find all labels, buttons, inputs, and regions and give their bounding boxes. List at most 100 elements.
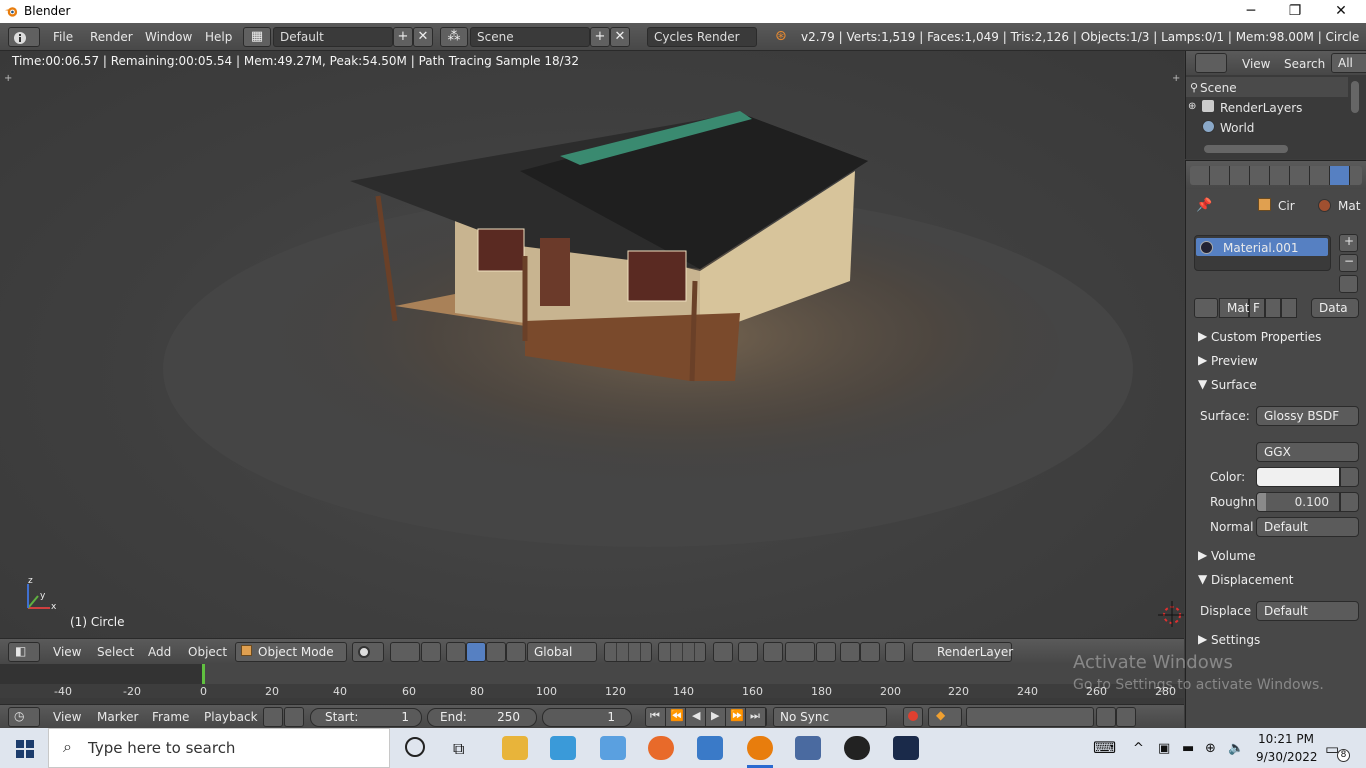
task-view-icon[interactable]: ⧉: [453, 739, 464, 759]
browse-material-button[interactable]: [1194, 298, 1218, 318]
pause-render-button[interactable]: [885, 642, 905, 662]
volume-icon[interactable]: 🔈: [1228, 741, 1244, 756]
screen-layout-icon[interactable]: ▦: [243, 27, 271, 47]
menu-marker[interactable]: Marker: [97, 710, 138, 724]
displacement-dropdown[interactable]: Default: [1256, 601, 1359, 621]
outliner[interactable]: View Search All Sc ⚲ Scene ⊕ RenderLayer…: [1185, 51, 1366, 159]
roughness-link-button[interactable]: [1340, 492, 1359, 512]
menu-render[interactable]: Render: [90, 30, 133, 44]
properties-editor[interactable]: 📌 Cir Mat Material.001 + − Mat F Data ▶ …: [1185, 160, 1366, 728]
current-frame-marker[interactable]: [202, 664, 205, 684]
editor-type-timeline-button[interactable]: ◷: [8, 707, 40, 727]
battery-icon[interactable]: ▬: [1182, 741, 1194, 756]
keyboard-icon[interactable]: ⌨: [1093, 738, 1116, 757]
outliner-item-world[interactable]: World: [1220, 121, 1254, 135]
roughness-slider[interactable]: 0.100: [1256, 492, 1340, 512]
cortana-icon[interactable]: [405, 737, 425, 757]
menu-view[interactable]: View: [53, 645, 81, 659]
fake-user-button[interactable]: F: [1249, 298, 1265, 318]
end-frame-field[interactable]: End: 250: [427, 708, 537, 727]
manipulator-toggle[interactable]: [446, 642, 466, 662]
color-swatch[interactable]: [1256, 467, 1340, 487]
render-layer-dropdown[interactable]: RenderLayer: [912, 642, 1013, 662]
snap-toggle-button[interactable]: [763, 642, 783, 662]
outliner-menu-view[interactable]: View: [1242, 57, 1270, 71]
menu-help[interactable]: Help: [205, 30, 232, 44]
snap-button[interactable]: [421, 642, 441, 662]
transform-orientation-dropdown[interactable]: Global: [527, 642, 597, 662]
rotate-manipulator[interactable]: [486, 642, 506, 662]
file-explorer-icon[interactable]: [502, 736, 528, 760]
scale-manipulator[interactable]: [506, 642, 526, 662]
add-scene-button[interactable]: +: [590, 27, 610, 47]
firefox-icon[interactable]: [648, 736, 674, 760]
normal-dropdown[interactable]: Default: [1256, 517, 1359, 537]
app-network-icon[interactable]: [600, 736, 626, 760]
surface-shader-dropdown[interactable]: Glossy BSDF: [1256, 406, 1359, 426]
scene-dropdown[interactable]: Scene: [470, 27, 590, 47]
outliner-display-dropdown[interactable]: All Sc: [1331, 53, 1366, 73]
outliner-menu-search[interactable]: Search: [1284, 57, 1325, 71]
start-frame-field[interactable]: Start: 1: [310, 708, 422, 727]
material-slot-name[interactable]: Material.001: [1223, 241, 1298, 255]
render-engine-dropdown[interactable]: Cycles Render: [647, 27, 757, 47]
menu-select[interactable]: Select: [97, 645, 134, 659]
preview-range-button[interactable]: [263, 707, 283, 727]
keying-set-field[interactable]: [966, 707, 1094, 727]
tray-icon[interactable]: ▣: [1158, 741, 1170, 756]
material-name-field[interactable]: Mat: [1219, 298, 1249, 318]
panel-preview[interactable]: Preview: [1211, 354, 1258, 368]
outliner-hscrollbar[interactable]: [1204, 145, 1288, 153]
minimize-button[interactable]: ─: [1228, 0, 1274, 23]
clock-date[interactable]: 9/30/2022: [1256, 750, 1318, 764]
snap-element-dropdown[interactable]: [785, 642, 815, 662]
app-photo-icon[interactable]: [893, 736, 919, 760]
panel-custom-properties[interactable]: Custom Properties: [1211, 330, 1321, 344]
editor-type-info-button[interactable]: [8, 27, 40, 47]
app-dolphin-icon[interactable]: [550, 736, 576, 760]
3d-viewport[interactable]: Time:00:06.57 | Remaining:00:05.54 | Mem…: [0, 51, 1184, 638]
snap-target-button[interactable]: [816, 642, 836, 662]
region-toggle-right[interactable]: +: [1172, 73, 1180, 84]
panel-displacement[interactable]: Displacement: [1211, 573, 1294, 587]
translate-manipulator[interactable]: [466, 642, 486, 662]
sync-dropdown[interactable]: No Sync: [773, 707, 887, 727]
menu-view[interactable]: View: [53, 710, 81, 724]
delete-keyframe-button[interactable]: [1116, 707, 1136, 727]
new-material-button[interactable]: [1265, 298, 1281, 318]
app-diamond-icon[interactable]: [697, 736, 723, 760]
slot-specials-button[interactable]: [1339, 275, 1358, 293]
blender-taskbar-icon[interactable]: [747, 736, 773, 760]
scene-icon[interactable]: ⁂: [440, 27, 468, 47]
color-link-button[interactable]: [1340, 467, 1359, 487]
remove-slot-button[interactable]: −: [1339, 254, 1358, 272]
panel-settings[interactable]: Settings: [1211, 633, 1260, 647]
pin-icon[interactable]: 📌: [1196, 198, 1212, 213]
pivot-dropdown[interactable]: [390, 642, 420, 662]
remove-layout-button[interactable]: ✕: [413, 27, 433, 47]
panel-volume[interactable]: Volume: [1211, 549, 1256, 563]
distribution-dropdown[interactable]: GGX: [1256, 442, 1359, 462]
chevron-up-icon[interactable]: ^: [1133, 741, 1144, 756]
current-frame-field[interactable]: 1: [542, 708, 632, 727]
add-slot-button[interactable]: +: [1339, 234, 1358, 252]
add-layout-button[interactable]: +: [393, 27, 413, 47]
menu-object[interactable]: Object: [188, 645, 227, 659]
editor-type-outliner-button[interactable]: [1195, 53, 1227, 73]
proportional-edit-button[interactable]: [738, 642, 758, 662]
clock-time[interactable]: 10:21 PM: [1258, 732, 1314, 746]
close-button[interactable]: ✕: [1318, 0, 1364, 23]
unlink-material-button[interactable]: [1281, 298, 1297, 318]
unreal-engine-icon[interactable]: [844, 736, 870, 760]
windows-start-icon[interactable]: [16, 740, 34, 758]
taskbar-search-box[interactable]: ⌕ Type here to search: [48, 728, 390, 768]
link-dropdown[interactable]: Data: [1311, 298, 1359, 318]
menu-file[interactable]: File: [53, 30, 73, 44]
material-tab-active[interactable]: [1330, 166, 1349, 185]
outliner-item-scene[interactable]: Scene: [1200, 81, 1237, 95]
panel-surface[interactable]: Surface: [1211, 378, 1257, 392]
maximize-button[interactable]: ❐: [1272, 0, 1318, 23]
app-globe-icon[interactable]: [795, 736, 821, 760]
menu-playback[interactable]: Playback: [204, 710, 258, 724]
menu-window[interactable]: Window: [145, 30, 192, 44]
